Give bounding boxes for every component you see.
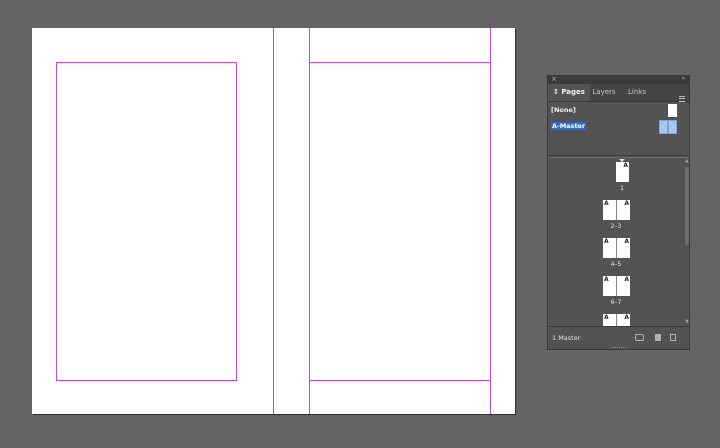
page-thumbnail-7[interactable]: A [616,276,630,296]
delete-page-icon[interactable] [670,334,676,341]
right-page-right-margin-guide [490,28,491,414]
page-label: 2–3 [610,223,622,230]
master-thumbnail-right[interactable] [668,120,677,134]
page-master-letter: A [624,314,629,321]
document-pages-list[interactable]: A 1 A A 2–3 A A 4–5 A A 6–7 A A [548,158,684,326]
tab-links[interactable]: Links [626,84,648,101]
collapse-icon[interactable]: » [681,74,685,84]
master-thumbnail-left[interactable] [659,120,668,134]
pages-panel[interactable]: × » ↕ Pages Layers Links [None] A-Master… [547,75,690,350]
master-item-a-master[interactable]: A-Master [548,120,689,138]
page-thumbnail-8[interactable]: A [603,314,616,326]
master-thumbnail[interactable] [668,104,677,117]
panel-tab-bar: ↕ Pages Layers Links [548,84,689,102]
tab-layers[interactable]: Layers [592,84,616,101]
page-master-letter: A [624,238,629,245]
tab-pages-label: Pages [561,88,585,96]
scroll-up-arrow-icon[interactable]: ▲ [685,159,689,164]
page-label: 4–5 [610,261,622,268]
page-master-letter: A [604,276,609,283]
page-thumbnail-2[interactable]: A [603,200,616,220]
right-page-bottom-margin-guide [309,380,491,381]
master-label: A-Master [551,122,587,130]
scrollbar-thumb[interactable] [685,167,689,245]
page-thumbnail-4[interactable]: A [603,238,616,258]
page-label: 1 [620,185,624,192]
left-page-margin-guides [56,62,237,381]
master-item-none[interactable]: [None] [548,103,689,121]
page-master-letter: A [624,276,629,283]
page-master-letter: A [604,314,609,321]
page-master-letter: A [623,162,628,169]
right-page-left-margin-guide [309,28,310,414]
tab-chevron-icon: ↕ [553,88,559,96]
page-thumbnail-5[interactable]: A [616,238,630,258]
pages-scrollbar[interactable]: ▲ ▼ [684,158,690,326]
right-page-top-margin-guide [309,62,491,63]
document-spread[interactable] [32,28,515,414]
page-thumbnail-9[interactable]: A [616,314,630,326]
panel-menu-icon[interactable] [679,96,685,102]
master-label: [None] [551,106,576,114]
page-count-status: 1 Master [552,334,581,342]
scroll-down-arrow-icon[interactable]: ▼ [685,320,689,325]
tab-pages[interactable]: ↕ Pages [548,84,590,101]
close-icon[interactable]: × [551,74,557,84]
page-master-letter: A [624,200,629,207]
panel-title-bar[interactable]: × » [548,74,689,84]
page-thumbnail-6[interactable]: A [603,276,616,296]
new-page-icon[interactable] [655,334,661,341]
page-master-letter: A [604,200,609,207]
panel-resize-grip-icon[interactable] [612,347,626,350]
spread-spine [273,28,274,414]
page-label: 6–7 [610,299,622,306]
edit-page-size-icon[interactable] [635,334,644,341]
page-master-letter: A [604,238,609,245]
page-thumbnail-1[interactable]: A [616,162,629,182]
panel-status-bar: 1 Master [548,326,689,350]
page-thumbnail-3[interactable]: A [616,200,630,220]
